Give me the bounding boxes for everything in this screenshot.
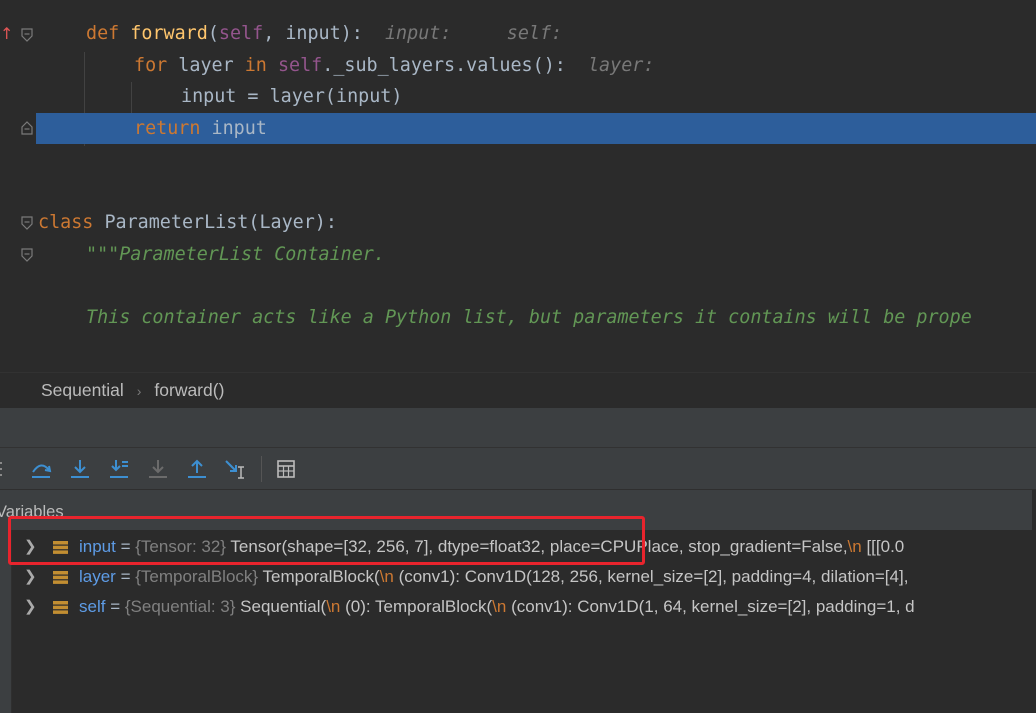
code-token: self	[277, 55, 323, 76]
code-token: (	[207, 23, 219, 44]
variable-equals: =	[105, 597, 125, 616]
code-token: for	[134, 55, 179, 76]
variable-type: {TemporalBlock}	[135, 567, 259, 586]
variable-value: (0): TemporalBlock(	[340, 597, 493, 616]
variable-row-layer[interactable]: ❯ layer = {TemporalBlock} TemporalBlock(…	[12, 562, 1036, 592]
code-token: """ParameterList Container.	[86, 244, 385, 265]
debug-toolbar	[0, 448, 1036, 490]
code-line[interactable]: class ParameterList(Layer):	[0, 207, 1036, 238]
variable-type: {Sequential: 3}	[124, 597, 236, 616]
evaluate-expression-icon[interactable]	[274, 457, 298, 481]
step-into-my-code-icon[interactable]	[107, 457, 131, 481]
variable-value: (conv1): Conv1D(1, 64, kernel_size=[2], …	[506, 597, 915, 616]
expand-chevron-icon[interactable]: ❯	[24, 562, 40, 592]
code-token: def	[86, 23, 131, 44]
code-token: , input):	[263, 23, 385, 44]
variable-value: Sequential(	[235, 597, 327, 616]
code-line[interactable]: for layer in self._sub_layers.values(): …	[0, 50, 1036, 81]
toolbar-separator	[261, 456, 262, 482]
code-token: class	[38, 212, 105, 233]
variable-value: \n	[326, 597, 341, 616]
code-token: self	[218, 23, 264, 44]
variable-value: \n	[847, 537, 862, 556]
breadcrumb: Sequential › forward()	[0, 372, 1036, 408]
breadcrumb-item-forward[interactable]: forward()	[154, 380, 224, 401]
variable-value: [[[0.0	[861, 537, 905, 556]
fold-marker-icon[interactable]	[21, 121, 33, 135]
code-token: This container acts like a Python list, …	[86, 307, 972, 328]
code-token: forward	[130, 23, 208, 44]
code-token: return	[134, 118, 212, 139]
current-execution-line[interactable]: return input	[36, 113, 1036, 144]
variable-row-self[interactable]: ❯ self = {Sequential: 3} Sequential(\n (…	[12, 592, 1036, 622]
inline-debug-hint: layer:	[587, 55, 655, 76]
step-into-icon[interactable]	[68, 457, 92, 481]
variable-icon	[53, 571, 68, 584]
step-out-icon[interactable]	[185, 457, 209, 481]
breadcrumb-separator: ›	[136, 382, 142, 399]
variable-value: \n	[492, 597, 507, 616]
variable-value: (conv1): Conv1D(128, 256, kernel_size=[2…	[393, 567, 909, 586]
run-to-cursor-icon[interactable]	[224, 457, 248, 481]
variable-equals: =	[115, 567, 136, 586]
expand-chevron-icon[interactable]: ❯	[24, 592, 40, 622]
variable-value: \n	[379, 567, 394, 586]
code-token: layer	[178, 55, 245, 76]
debug-panel-header	[0, 408, 1036, 448]
variable-value: TemporalBlock(	[258, 567, 380, 586]
breadcrumb-item-sequential[interactable]: Sequential	[41, 380, 124, 401]
variable-name: layer	[79, 567, 116, 586]
code-token: ._sub_layers.values():	[322, 55, 588, 76]
code-line[interactable]: This container acts like a Python list, …	[0, 302, 1036, 333]
code-line[interactable]: """ParameterList Container.	[0, 239, 1036, 270]
toolbar-grip-icon	[0, 462, 2, 476]
code-token: in	[244, 55, 278, 76]
code-token: ParameterList(Layer):	[104, 212, 337, 233]
variable-name: self	[79, 597, 106, 616]
code-token: input	[211, 118, 267, 139]
force-step-into-icon[interactable]	[146, 457, 170, 481]
step-over-icon[interactable]	[29, 457, 53, 481]
code-line[interactable]: input = layer(input)	[0, 81, 1036, 112]
code-line[interactable]: def forward(self, input): input: self:	[0, 18, 1036, 49]
variable-icon	[53, 601, 68, 614]
red-highlight-box	[8, 516, 645, 565]
code-editor[interactable]: ↑ def forward(self, input): input: self:…	[0, 0, 1036, 372]
inline-debug-hint: input: self:	[384, 23, 563, 44]
code-token: input = layer(input)	[181, 86, 403, 107]
